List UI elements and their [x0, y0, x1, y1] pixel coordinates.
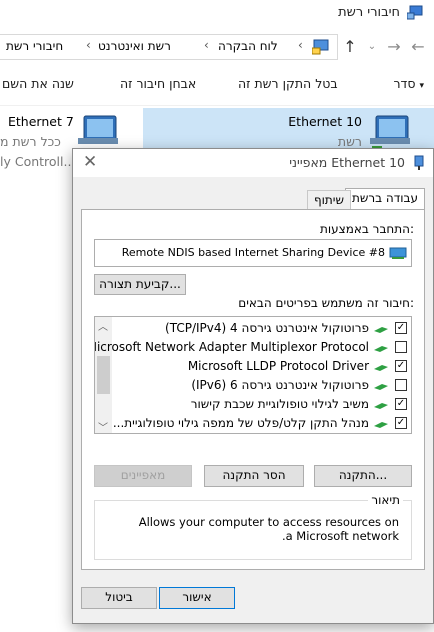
protocol-icon: [374, 422, 388, 428]
up-arrow-icon[interactable]: ↑: [340, 38, 360, 58]
network-connections-icon: [407, 5, 423, 20]
item-checkbox[interactable]: ✓: [395, 322, 407, 334]
properties-dialog: מאפייני Ethernet 10 ✕ עבודה ברשת שיתוף ה…: [72, 148, 434, 624]
list-item[interactable]: (IPv6) פרוטוקול אינטרנט גירסה 6: [113, 376, 411, 395]
ethernet7-name[interactable]: Ethernet 7: [8, 114, 74, 129]
network-adapter-icon: [78, 115, 118, 144]
cancel-button[interactable]: ביטול: [81, 587, 157, 609]
list-item[interactable]: ✓ Microsoft LLDP Protocol Driver: [113, 357, 411, 376]
list-scrollbar[interactable]: ︿ ﹀: [95, 317, 112, 433]
tab-sharing[interactable]: שיתוף: [306, 190, 351, 210]
control-panel-icon: [312, 39, 329, 55]
dialog-titlebar: מאפייני Ethernet 10 ✕: [73, 149, 433, 177]
scroll-down-icon[interactable]: ﹀: [98, 419, 108, 433]
uninstall-button[interactable]: הסר התקנה: [204, 465, 304, 487]
description-legend: תיאור: [368, 493, 403, 507]
items-label: חיבור זה משתמש בפריטים הבאים:: [238, 296, 414, 310]
back-arrow-icon[interactable]: ←: [408, 38, 428, 58]
tab-networking[interactable]: עבודה ברשת: [344, 188, 425, 211]
protocol-icon: [374, 403, 388, 409]
item-checkbox[interactable]: [395, 379, 407, 391]
dropdown-arrow-icon: ▾: [419, 81, 424, 91]
connect-using-label: התחבר באמצעות:: [319, 222, 414, 236]
network-adapter-icon: [370, 115, 410, 150]
breadcrumb-network-internet[interactable]: רשת ואינטרנט: [98, 39, 171, 53]
list-item[interactable]: Microsoft Network Adapter Multiplexor Pr…: [95, 338, 411, 357]
list-item[interactable]: ✓ משיב לגילוי טופולוגיית שכבת קישור: [113, 395, 411, 414]
item-label: Microsoft Network Adapter Multiplexor Pr…: [94, 340, 369, 354]
item-checkbox[interactable]: [395, 341, 407, 353]
breadcrumb-separator-icon: ‹: [86, 38, 91, 52]
protocol-icon: [374, 346, 388, 352]
item-checkbox[interactable]: ✓: [395, 398, 407, 410]
install-button[interactable]: התקנה...: [314, 465, 412, 487]
breadcrumb-separator-icon: ‹: [204, 38, 209, 52]
ethernet7-status: ככל רשת מ: [0, 134, 61, 149]
forward-arrow-icon[interactable]: →: [384, 38, 404, 58]
ethernet10-status: רשת: [337, 134, 362, 149]
device-name-box: Remote NDIS based Internet Sharing Devic…: [94, 239, 412, 267]
networking-panel: התחבר באמצעות: Remote NDIS based Interne…: [81, 209, 425, 570]
recent-dropdown-icon[interactable]: ⌄: [362, 38, 382, 58]
navigation-bar: חיבורי רשת ‹ רשת ואינטרנט ‹ לוח הבקרה ‹ …: [0, 34, 434, 60]
list-item[interactable]: ✓ ...מנהל התקן קלט/פלט של ממפה גילוי טופ…: [113, 414, 411, 433]
ok-button[interactable]: אישור: [159, 587, 235, 609]
breadcrumb-network-connections[interactable]: חיבורי רשת: [6, 39, 63, 53]
network-adapter-icon: [389, 247, 407, 259]
command-bar: סדר ▾ בטל התקן רשת זה אבחן חיבור זה שנה …: [0, 62, 434, 106]
properties-button[interactable]: מאפיינים: [94, 465, 192, 487]
list-item[interactable]: ✓ (TCP/IPv4) פרוטוקול אינטרנט גירסה 4: [113, 319, 411, 338]
configure-button[interactable]: קביעת תצורה...: [94, 274, 186, 295]
ethernet10-name: Ethernet 10: [288, 114, 362, 129]
protocol-icon: [374, 365, 388, 371]
breadcrumb-control-panel[interactable]: לוח הבקרה: [218, 39, 278, 53]
description-group: תיאור Allows your computer to access res…: [94, 493, 412, 560]
disable-device-button[interactable]: בטל התקן רשת זה: [238, 76, 338, 91]
item-checkbox[interactable]: ✓: [395, 360, 407, 372]
protocol-icon: [374, 327, 388, 333]
organize-menu[interactable]: סדר ▾: [393, 76, 424, 91]
diagnose-connection-button[interactable]: אבחן חיבור זה: [120, 76, 196, 91]
breadcrumb-separator-icon: ‹: [298, 38, 303, 52]
scroll-up-icon[interactable]: ︿: [98, 318, 108, 333]
item-checkbox[interactable]: ✓: [395, 417, 407, 429]
description-text: Allows your computer to access resources…: [138, 515, 399, 543]
ethernet7-device: ly Controll...: [0, 154, 76, 169]
protocol-icon: [374, 384, 388, 390]
device-name: Remote NDIS based Internet Sharing Devic…: [121, 246, 385, 259]
address-bar[interactable]: חיבורי רשת ‹ רשת ואינטרנט ‹ לוח הבקרה ‹: [0, 34, 338, 60]
item-label: (IPv6) פרוטוקול אינטרנט גירסה 6: [191, 378, 369, 392]
item-label: (TCP/IPv4) פרוטוקול אינטרנט גירסה 4: [165, 321, 369, 335]
explorer-window-title: חיבורי רשת: [338, 5, 400, 20]
item-label: ...מנהל התקן קלט/פלט של ממפה גילוי טופול…: [112, 416, 369, 430]
components-list[interactable]: ︿ ﹀ ✓ (TCP/IPv4) פרוטוקול אינטרנט גירסה …: [94, 316, 412, 434]
explorer-titlebar: חיבורי רשת: [0, 0, 434, 30]
dialog-title: מאפייני Ethernet 10: [289, 155, 405, 170]
item-label: Microsoft LLDP Protocol Driver: [187, 359, 369, 373]
rename-button[interactable]: שנה את השם: [2, 76, 74, 91]
adapter-icon: [414, 155, 424, 170]
close-icon[interactable]: ✕: [83, 152, 97, 172]
item-label: משיב לגילוי טופולוגיית שכבת קישור: [190, 397, 369, 411]
scrollbar-thumb[interactable]: [97, 356, 110, 394]
